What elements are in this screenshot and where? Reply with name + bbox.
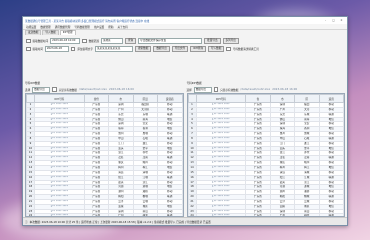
- column-header[interactable]: [26, 94, 35, 103]
- column-header[interactable]: 市: [269, 94, 296, 103]
- search-button[interactable]: 搜索数据: [134, 46, 152, 52]
- window-title: 某数据通信号管理工具 - 某某平台 提取模块说明 多窗口管理模式运行 请勿关闭 …: [25, 19, 150, 23]
- left-panel: 号码IDH数据 选择 数据导出 只显示有效数据 /data/result/out…: [25, 81, 184, 217]
- date-field[interactable]: 2023-06-18 10:00: [50, 38, 81, 44]
- query-button[interactable]: 查询: [124, 38, 137, 44]
- save-path-field[interactable]: 导出数据文件保存位置: [138, 38, 203, 44]
- menu-item[interactable]: 数据管理: [40, 25, 50, 29]
- table-header: IDH号码省市区运营: [187, 94, 344, 103]
- tab-idh[interactable]: IDH管理: [59, 30, 76, 35]
- multi-export-button[interactable]: 多列导出: [222, 38, 239, 44]
- tab-send[interactable]: 发送数据: [25, 30, 42, 35]
- menu-item[interactable]: 帮助: [108, 25, 113, 29]
- option-label: 添加说明文字: [77, 48, 93, 51]
- column-header[interactable]: IDH号码: [195, 94, 247, 103]
- column-header[interactable]: 市: [108, 94, 134, 103]
- app-window: 某数据通信号管理工具 - 某某平台 提取模块说明 多窗口管理模式运行 请勿关闭 …: [22, 16, 348, 226]
- batch-export-button[interactable]: 批量导出: [204, 38, 221, 44]
- right-panel: 号码IDH数据 选择 数据导出 只显示有效数据 /data/result/out…: [186, 81, 346, 217]
- menu-item[interactable]: 通讯数据管理: [55, 25, 71, 29]
- file-path: /data/result/out.xlsx: [78, 88, 107, 91]
- column-header[interactable]: 区: [294, 94, 320, 103]
- maximize-icon[interactable]: □: [330, 18, 337, 23]
- panel-controls: 选择 数据导出 只显示有效数据 /data/result/out2.xlsx 2…: [187, 86, 346, 93]
- option-checkbox[interactable]: [26, 38, 31, 44]
- option-checkbox[interactable]: [70, 46, 76, 52]
- tab-strip: 发送数据 导入数据 IDH管理: [23, 30, 347, 35]
- option-checkbox[interactable]: [26, 46, 31, 52]
- data-grid[interactable]: IDH号码 省份市区县 运营商 1 1** **** **** 广东省 深圳 福田区 移动 2 1…: [25, 93, 184, 217]
- file-path: /data/result/out2.xlsx: [240, 88, 271, 91]
- table-header: IDH号码 省份市区县 运营商: [26, 94, 183, 103]
- select-label: 选择: [186, 88, 192, 92]
- option-label: 号码数据清洗转换工具: [232, 48, 259, 51]
- status-bar: ⓘ 本次数据: 2023-06-18 10:00 共计 25 条 | 运行状态 …: [23, 217, 347, 225]
- info-icon: ⓘ: [25, 220, 28, 224]
- column-header[interactable]: [187, 94, 197, 103]
- import-button[interactable]: 导入数据: [207, 46, 225, 52]
- date-field[interactable]: 2023-06-18: [44, 46, 69, 52]
- column-header[interactable]: IDH号码: [34, 94, 85, 103]
- export-button[interactable]: 数据导出: [153, 46, 170, 52]
- panels: 号码IDH数据 选择 数据导出 只显示有效数据 /data/result/out…: [25, 81, 345, 217]
- data-grid[interactable]: IDH号码省市区运营 1 1** **** **** 广东省 深圳 福田 移动 2 1** *…: [186, 93, 345, 217]
- menu-item[interactable]: 号码数据管理: [74, 25, 90, 29]
- select-dropdown[interactable]: 数据导出: [193, 86, 212, 93]
- toolbar-row-1: 提取数据时间 2023-06-18 10:00 数据范围 某地区 查询 导出数据…: [23, 37, 347, 45]
- checkbox-label: 只显示有效数据: [58, 88, 77, 92]
- export-file-button[interactable]: 导出文件: [171, 46, 189, 52]
- option-label: 数据范围: [88, 40, 99, 43]
- panel-date: 2023-06-18 16:00: [272, 88, 298, 91]
- minimize-icon[interactable]: –: [322, 18, 329, 23]
- idh-query-button[interactable]: IDH查询: [190, 46, 206, 52]
- checkbox-label: 只显示有效数据: [220, 88, 239, 92]
- title-bar: 某数据通信号管理工具 - 某某平台 提取模块说明 多窗口管理模式运行 请勿关闭 …: [23, 17, 347, 24]
- option-label: 提取时间: [32, 48, 43, 51]
- status-text: 本次数据: 2023-06-18 10:00 共计 25 条 | 运行状态 正常…: [29, 220, 211, 224]
- option-label: 提取数据时间: [32, 40, 49, 43]
- valid-only-checkbox[interactable]: [213, 87, 219, 92]
- range-field[interactable]: 某地区: [100, 38, 123, 44]
- column-header[interactable]: 运营: [318, 94, 344, 103]
- valid-only-checkbox[interactable]: [52, 87, 57, 92]
- menu-item[interactable]: 关于支持: [117, 25, 127, 29]
- select-label: 选择: [25, 88, 31, 92]
- data-table: IDH号码省市区运营 1 1** **** **** 广东省 深圳 福田 移动 2 1** *…: [187, 94, 345, 216]
- column-header[interactable]: 省份: [83, 94, 110, 103]
- option-checkbox[interactable]: [82, 38, 87, 44]
- menu-item[interactable]: 功能设置: [26, 25, 36, 29]
- data-table: IDH号码 省份市区县 运营商 1 1** **** **** 广东省 深圳 福田区 移动 2 1…: [26, 94, 183, 216]
- tab-import[interactable]: 导入数据: [42, 30, 59, 35]
- toolbar-row-2: 提取时间 2023-06-18 添加说明文字 某某某某某某某某某 搜索数据 数据…: [23, 45, 347, 53]
- close-icon[interactable]: ✕: [338, 18, 345, 23]
- panel-controls: 选择 数据导出 只显示有效数据 /data/result/out.xlsx 20…: [25, 86, 184, 93]
- column-header[interactable]: 省: [245, 94, 271, 103]
- column-header[interactable]: 区县: [132, 94, 159, 103]
- panel-date: 2023-06-18 16:00: [108, 88, 134, 91]
- select-dropdown[interactable]: 数据导出: [32, 86, 51, 93]
- column-header[interactable]: 运营商: [157, 94, 183, 103]
- option-checkbox[interactable]: [226, 46, 231, 52]
- note-field[interactable]: 某某某某某某某某某: [94, 46, 133, 52]
- menu-item[interactable]: 用户设置: [94, 25, 104, 29]
